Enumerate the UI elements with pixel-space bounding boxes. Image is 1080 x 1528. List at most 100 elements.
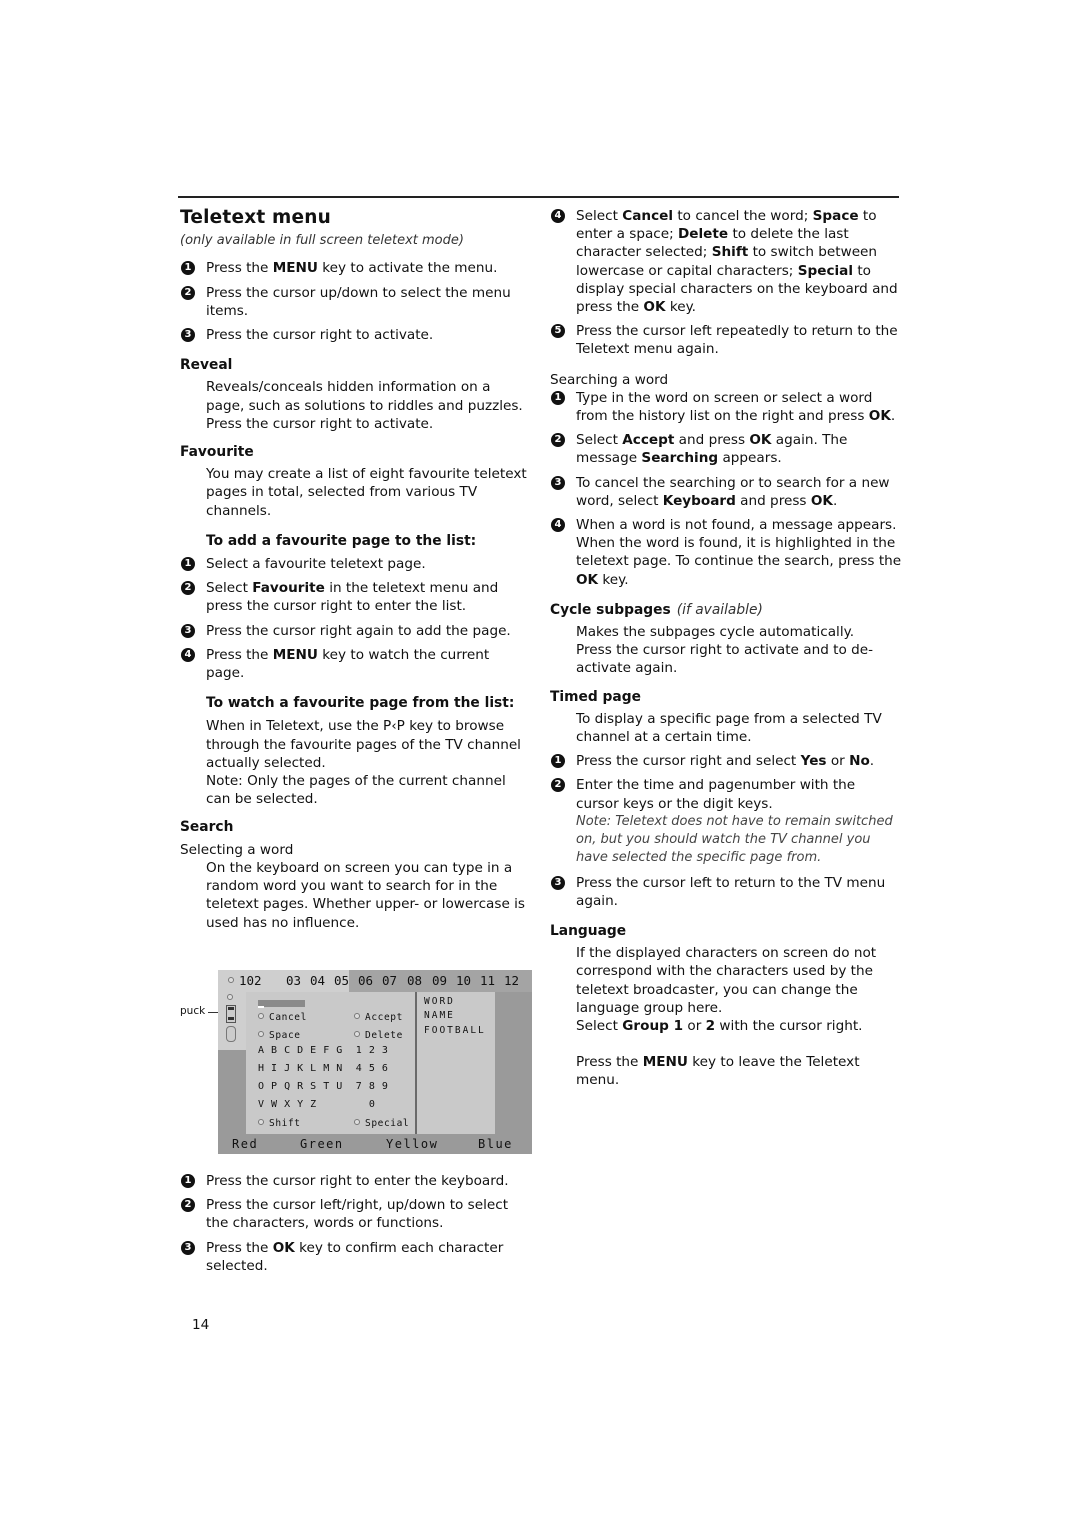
teletext-screen: 102 03 04 05 06 07 08 09 10 11 12 Cancel… <box>218 970 532 1154</box>
step-number-2-icon: 2 <box>181 581 195 596</box>
search-step-5: 5 Press the cursor left repeatedly to re… <box>550 322 902 358</box>
page-tab[interactable]: 08 <box>407 973 422 988</box>
intro-step-2: 2 Press the cursor up/down to select the… <box>180 284 530 320</box>
step-number-2-icon: 2 <box>181 1198 195 1213</box>
step-number-2-icon: 2 <box>551 433 565 448</box>
leave-menu-instruction: Press the MENU key to leave the Teletext… <box>576 1054 860 1089</box>
page-title: Teletext menu <box>180 207 331 228</box>
page-number: 14 <box>192 1317 210 1333</box>
step-number-4-icon: 4 <box>551 209 565 223</box>
page-tab[interactable]: 11 <box>480 973 495 988</box>
option-dot-icon <box>258 1013 264 1019</box>
add-favourite-heading: To add a favourite page to the list: <box>206 532 477 549</box>
step-number-1-icon: 1 <box>181 261 195 276</box>
onscreen-keyboard: Cancel Accept Space Delete A B C D E F G… <box>246 992 415 1134</box>
yellow-key[interactable]: Yellow <box>386 1137 438 1151</box>
step-number-3-icon: 3 <box>181 328 195 343</box>
language-heading: Language <box>550 922 627 939</box>
text-cursor <box>258 1006 264 1008</box>
red-key[interactable]: Red <box>232 1137 258 1151</box>
keyboard-row[interactable]: H I J K L M N 4 5 6 <box>258 1063 388 1074</box>
page-tab[interactable]: 05 <box>334 973 349 988</box>
accept-option[interactable]: Accept <box>354 1012 403 1023</box>
history-item[interactable]: FOOTBALL <box>424 1025 486 1036</box>
history-list: WORD NAME FOOTBALL <box>417 992 495 1134</box>
search-heading: Search <box>180 819 234 836</box>
searching-step-3: 3 To cancel the searching or to search f… <box>550 474 902 510</box>
cancel-option[interactable]: Cancel <box>258 1012 307 1023</box>
timed-page-heading: Timed page <box>550 688 641 705</box>
page-tab[interactable]: 07 <box>382 973 397 988</box>
search-steps: 1 Press the cursor right to enter the ke… <box>180 1172 530 1281</box>
keyboard-row[interactable]: A B C D E F G 1 2 3 <box>258 1045 388 1056</box>
top-rule <box>178 196 899 198</box>
favourite-heading: Favourite <box>180 444 254 461</box>
keyboard-row[interactable]: V W X Y Z 0 <box>258 1099 375 1110</box>
step-number-5-icon: 5 <box>551 324 565 339</box>
current-page-number: 102 <box>239 973 262 988</box>
page-tab[interactable]: 09 <box>432 973 447 988</box>
shift-option[interactable]: Shift <box>258 1118 301 1129</box>
cycle-subpages-body: Makes the subpages cycle automatically. … <box>576 624 874 677</box>
puck-pointer-line <box>208 1012 218 1013</box>
side-controls <box>218 992 246 1050</box>
green-key[interactable]: Green <box>300 1137 344 1151</box>
keyboard-row[interactable]: O P Q R S T U 7 8 9 <box>258 1081 388 1092</box>
color-key-bar: Red Green Yellow Blue <box>218 1134 532 1154</box>
timed-step-1: 1 Press the cursor right and select Yes … <box>550 752 902 770</box>
right-column: 4 Select Cancel to cancel the word; Spac… <box>550 207 902 1090</box>
scroll-indicator-icon <box>226 1026 236 1042</box>
search-body: On the keyboard on screen you can type i… <box>206 859 526 931</box>
search-step-4: 4 Select Cancel to cancel the word; Spac… <box>550 207 902 316</box>
history-item[interactable]: NAME <box>424 1010 455 1021</box>
reveal-heading: Reveal <box>180 357 233 374</box>
step-number-3-icon: 3 <box>551 475 565 490</box>
searching-step-4: 4 When a word is not found, a message ap… <box>550 516 902 589</box>
timed-step-3: 3 Press the cursor left to return to the… <box>550 874 902 910</box>
step-number-3-icon: 3 <box>181 1240 195 1255</box>
page-tab[interactable]: 10 <box>456 973 471 988</box>
puck-label: puck <box>180 1005 206 1017</box>
watch-favourite-body: When in Teletext, use the P‹P key to bro… <box>206 718 521 808</box>
page-numbers: 102 03 04 05 06 07 08 09 10 11 12 <box>218 970 532 992</box>
step-number-1-icon: 1 <box>181 1174 195 1188</box>
special-option[interactable]: Special <box>354 1118 409 1129</box>
watch-favourite-heading: To watch a favourite page from the list: <box>206 695 515 712</box>
blue-key[interactable]: Blue <box>478 1137 513 1151</box>
space-option[interactable]: Space <box>258 1030 301 1041</box>
page-tab[interactable]: 06 <box>358 973 373 988</box>
step-number-2-icon: 2 <box>551 778 565 793</box>
add-step-1: 1 Select a favourite teletext page. <box>180 555 530 573</box>
indicator-dot-icon <box>228 977 234 983</box>
search-step-2: 2 Press the cursor left/right, up/down t… <box>180 1196 530 1232</box>
search-step-1: 1 Press the cursor right to enter the ke… <box>180 1172 530 1190</box>
searching-subheading: Searching a word <box>550 371 669 388</box>
puck-icon[interactable] <box>226 1005 236 1023</box>
favourite-body: You may create a list of eight favourite… <box>206 466 527 519</box>
search-step-3: 3 Press the OK key to confirm each chara… <box>180 1239 530 1275</box>
timed-page-body: To display a specific page from a select… <box>576 710 882 746</box>
history-item[interactable]: WORD <box>424 996 455 1007</box>
language-body: If the displayed characters on screen do… <box>550 944 902 1089</box>
searching-step-2: 2 Select Accept and press OK again. The … <box>550 431 902 467</box>
page-tab[interactable]: 12 <box>504 973 519 988</box>
searching-step-1: 1 Type in the word on screen or select a… <box>550 389 902 425</box>
search-word-input[interactable] <box>258 1000 305 1007</box>
page-tab[interactable]: 03 <box>286 973 301 988</box>
intro-step-1: 1 Press the MENU key to activate the men… <box>180 259 530 277</box>
option-dot-icon <box>354 1013 360 1019</box>
option-dot-icon <box>354 1031 360 1037</box>
page-tab[interactable]: 04 <box>310 973 325 988</box>
option-dot-icon <box>258 1031 264 1037</box>
delete-option[interactable]: Delete <box>354 1030 403 1041</box>
step-number-1-icon: 1 <box>181 557 195 572</box>
search-subheading: Selecting a word <box>180 841 294 858</box>
intro-step-3: 3 Press the cursor right to activate. <box>180 326 530 344</box>
step-number-4-icon: 4 <box>181 647 195 662</box>
step-number-3-icon: 3 <box>181 623 195 638</box>
step-number-1-icon: 1 <box>551 390 565 405</box>
left-column: Teletext menu (only available in full sc… <box>180 205 530 932</box>
add-step-3: 3 Press the cursor right again to add th… <box>180 622 530 640</box>
cycle-subpages-heading: Cycle subpages (if available) <box>550 601 763 618</box>
add-step-2: 2 Select Favourite in the teletext menu … <box>180 579 530 615</box>
